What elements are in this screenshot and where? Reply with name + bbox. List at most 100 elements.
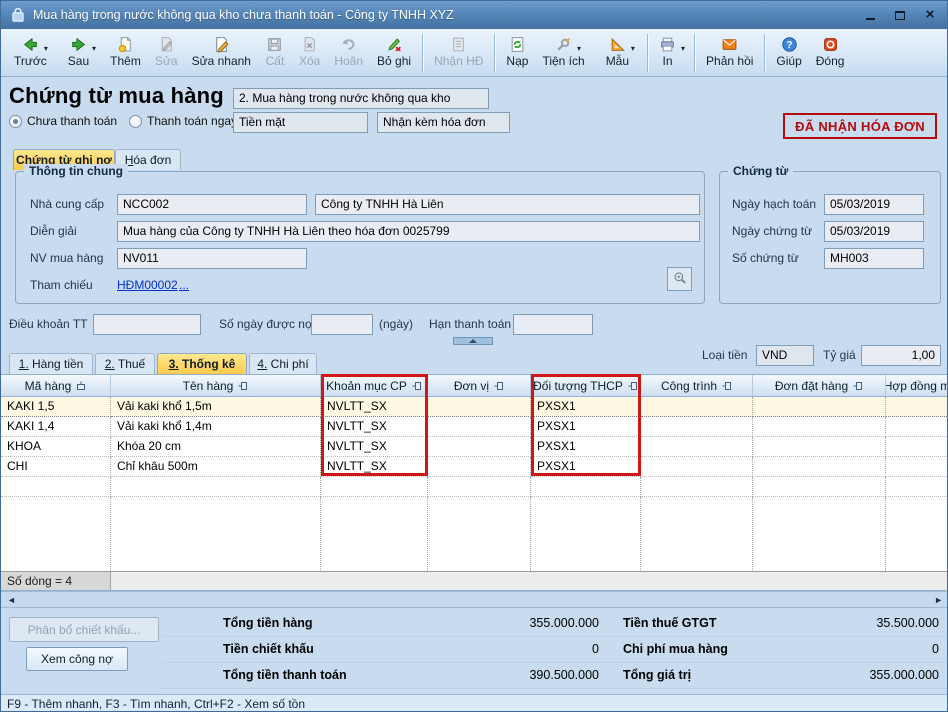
tab-hang-tien[interactable]: 1. Hàng tiền [9,353,93,374]
table-header-row: Mã hàng Tên hàng Khoản mục CP Đơn vị Đối… [1,375,948,397]
column-header-doi-tuong-thcp[interactable]: Đối tượng THCP [531,375,641,396]
toolbar-button-previous[interactable]: ▾ Trước [7,31,61,75]
toolbar-button-feedback[interactable]: Phản hồi [699,31,760,75]
column-header-don-vi[interactable]: Đơn vị [428,375,531,396]
supplier-code-input[interactable]: NCC002 [117,194,307,215]
document-info-group: Chứng từ Ngày hạch toán 05/03/2019 Ngày … [719,171,941,304]
tab-thue[interactable]: 2. Thuế [95,353,155,374]
chevron-down-icon[interactable]: ▾ [577,45,581,53]
table-row[interactable]: KHOAKhóa 20 cmNVLTT_SXPXSX1 [1,437,948,457]
column-header-ma-hang[interactable]: Mã hàng [1,375,111,396]
radio-pay-now[interactable]: Thanh toán ngay [129,113,237,129]
general-info-group: Thông tin chung Nhà cung cấp NCC002 Công… [15,171,705,304]
column-header-khoan-muc-cp[interactable]: Khoản mục CP [321,375,428,396]
scroll-left-arrow-icon[interactable]: ◄ [7,595,16,605]
table-empty-row[interactable] [1,477,948,497]
payment-method-combo[interactable]: Tiền mặt [233,112,368,133]
chevron-down-icon[interactable]: ▾ [681,45,685,53]
due-date-label: Hạn thanh toán [429,317,511,331]
page-title: Chứng từ mua hàng [9,83,224,109]
window-title: Mua hàng trong nước không qua kho chưa t… [33,8,863,22]
purchase-cost-label: Chi phí mua hàng [623,642,728,656]
pin-icon[interactable] [238,381,248,391]
toolbar-separator [694,34,695,72]
tab-chi-phi[interactable]: 4. Chi phí [249,353,317,374]
employee-code-input[interactable]: NV011 [117,248,307,269]
pin-icon[interactable] [628,381,638,391]
ruler-triangle-icon: ▾ [609,35,626,53]
toolbar-button-print[interactable]: ▾ In [652,31,690,75]
maximize-button[interactable] [893,8,907,22]
toolbar-separator [494,34,495,72]
table-row[interactable]: KAKI 1,4Vải kaki khổ 1,4mNVLTT_SXPXSX1 [1,417,948,437]
invoice-mode-combo[interactable]: Nhận kèm hóa đơn [377,112,510,133]
discount-label: Tiền chiết khấu [223,642,314,656]
toolbar-button-help[interactable]: ? Giúp [769,31,808,75]
due-date-input[interactable] [513,314,593,335]
printer-icon: ▾ [659,35,676,53]
rate-input[interactable]: 1,00 [861,345,941,366]
doc-date-input[interactable]: 05/03/2019 [824,221,924,242]
toolbar-separator [647,34,648,72]
currency-combo[interactable]: VND [756,345,814,366]
reference-link[interactable]: HĐM00002 [117,278,178,292]
column-header-cong-trinh[interactable]: Công trình [641,375,753,396]
toolbar-button-next[interactable]: ▾ Sau [61,31,103,75]
table-row[interactable]: CHIChỉ khâu 500mNVLTT_SXPXSX1 [1,457,948,477]
items-table: Mã hàng Tên hàng Khoản mục CP Đơn vị Đối… [1,374,948,591]
toolbar-button-delete: Xóa [292,31,327,75]
rate-label: Tỷ giá [823,348,856,362]
supplier-name-input[interactable]: Công ty TNHH Hà Liên [315,194,700,215]
column-header-ten-hang[interactable]: Tên hàng [111,375,321,396]
total-payment-value: 390.500.000 [529,668,599,682]
radio-unpaid[interactable]: Chưa thanh toán [9,113,117,129]
pin-icon[interactable] [853,381,863,391]
pin-icon[interactable] [722,381,732,391]
doc-no-input[interactable]: MH003 [824,248,924,269]
add-document-icon [117,35,134,53]
toolbar-button-save: Cất [258,31,292,75]
posting-date-label: Ngày hạch toán [732,197,816,211]
view-debt-button[interactable]: Xem công nợ [26,647,128,671]
pin-icon[interactable] [494,381,504,391]
summary-row: Tổng tiền thanh toán 390.500.000 Tổng gi… [161,663,947,689]
tools-icon: ▾ [555,35,572,53]
toolbar-button-close[interactable]: Đóng [809,31,852,75]
reference-more-link[interactable]: ... [179,278,189,292]
group-title: Thông tin chung [24,164,128,178]
title-bar: Mua hàng trong nước không qua kho chưa t… [1,1,948,29]
scroll-right-arrow-icon[interactable]: ► [934,595,943,605]
description-input[interactable]: Mua hàng của Công ty TNHH Hà Liên theo h… [117,221,700,242]
posting-date-input[interactable]: 05/03/2019 [824,194,924,215]
invoice-document-icon [450,35,467,53]
chevron-down-icon[interactable]: ▾ [92,45,96,53]
close-window-button[interactable]: × [923,8,937,22]
table-empty-area [1,497,948,571]
minimize-button[interactable] [863,8,877,22]
toolbar-button-unpost[interactable]: Bỏ ghi [370,31,418,75]
toolbar-button-add[interactable]: Thêm [103,31,148,75]
chevron-down-icon[interactable]: ▾ [631,45,635,53]
toolbar-button-reload[interactable]: Nạp [499,31,535,75]
toolbar-button-postpone: Hoãn [327,31,370,75]
debt-days-input[interactable] [311,314,373,335]
column-header-don-dat-hang[interactable]: Đơn đặt hàng [753,375,886,396]
collapse-splitter[interactable] [453,337,493,345]
chevron-down-icon[interactable]: ▾ [44,45,48,53]
toolbar-button-quick-edit[interactable]: Sửa nhanh [185,31,258,75]
radio-dot-icon [129,115,142,128]
column-header-hop-dong[interactable]: Hợp đồng m [886,375,948,396]
lookup-button[interactable] [667,267,692,291]
toolbar-button-templates[interactable]: ▾ Mẫu [599,31,643,75]
pin-icon[interactable] [76,381,86,391]
tab-thong-ke[interactable]: 3. Thống kê [157,353,247,374]
edit-icon [158,35,175,53]
table-row[interactable]: KAKI 1,5Vải kaki khổ 1,5mNVLTT_SXPXSX1 [1,397,948,417]
horizontal-scrollbar[interactable]: ◄ ► [1,591,948,608]
toolbar-button-utilities[interactable]: ▾ Tiện ích [535,31,598,75]
pin-icon[interactable] [412,381,422,391]
payment-terms-input[interactable] [93,314,201,335]
doc-type-combo[interactable]: 2. Mua hàng trong nước không qua kho [233,88,489,109]
total-goods-value: 355.000.000 [529,616,599,630]
description-label: Diễn giải [30,224,77,238]
